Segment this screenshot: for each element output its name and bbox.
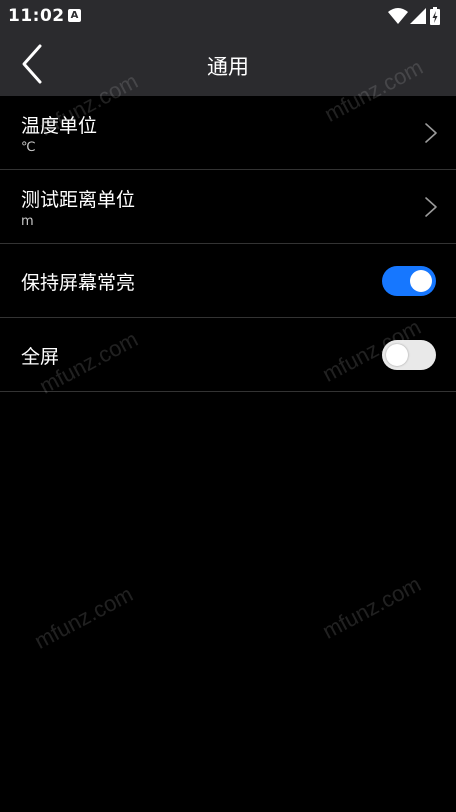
distance-unit-row[interactable]: 测试距离单位 m xyxy=(0,170,456,244)
status-time: 11:02 xyxy=(8,6,65,26)
status-bar: 11:02 A xyxy=(0,0,456,32)
fullscreen-toggle[interactable] xyxy=(382,340,436,370)
settings-list: 温度单位 ℃ 测试距离单位 m 保持屏幕常亮 全屏 xyxy=(0,96,456,392)
toggle-knob xyxy=(386,344,408,366)
keep-screen-on-label: 保持屏幕常亮 xyxy=(21,272,136,294)
keep-screen-on-toggle[interactable] xyxy=(382,266,436,296)
chevron-right-icon xyxy=(425,123,437,143)
toggle-knob xyxy=(410,270,432,292)
distance-unit-value: m xyxy=(21,214,34,229)
app-header: 通用 xyxy=(0,32,456,96)
chevron-right-icon xyxy=(425,197,437,217)
signal-icon xyxy=(410,8,426,24)
status-icons xyxy=(388,7,448,25)
temperature-unit-row[interactable]: 温度单位 ℃ xyxy=(0,96,456,170)
fullscreen-label: 全屏 xyxy=(21,346,60,368)
temperature-unit-label: 温度单位 xyxy=(21,115,98,137)
wifi-icon xyxy=(388,8,408,24)
battery-icon xyxy=(430,7,440,25)
a-notification-icon: A xyxy=(68,9,81,22)
watermark: mfunz.com xyxy=(30,581,137,654)
fullscreen-row: 全屏 xyxy=(0,318,456,392)
settings-screen: 11:02 A 通用 温度单位 ℃ 测试距离单位 m 保持屏幕常亮 全屏 mfu… xyxy=(0,0,456,812)
distance-unit-label: 测试距离单位 xyxy=(21,189,136,211)
page-title: 通用 xyxy=(207,55,249,79)
watermark: mfunz.com xyxy=(318,571,425,644)
keep-screen-on-row: 保持屏幕常亮 xyxy=(0,244,456,318)
temperature-unit-value: ℃ xyxy=(21,140,36,155)
